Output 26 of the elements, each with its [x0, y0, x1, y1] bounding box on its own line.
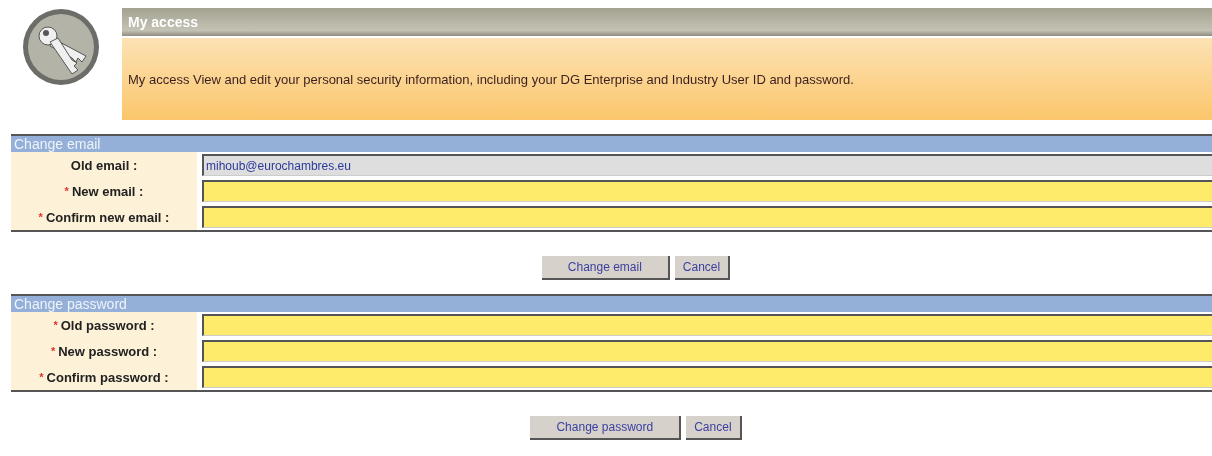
- input-field[interactable]: [202, 366, 1212, 388]
- required-marker: *: [53, 319, 58, 331]
- required-marker: *: [64, 185, 69, 197]
- field-label: Confirm new email :: [45, 209, 170, 225]
- required-marker: *: [39, 371, 44, 383]
- required-marker: *: [50, 345, 56, 357]
- field-label: Confirm password :: [46, 369, 169, 385]
- section-title: Change email: [11, 136, 1212, 152]
- input-field[interactable]: [202, 314, 1212, 336]
- input-field[interactable]: [202, 180, 1212, 202]
- cancel-button[interactable]: Cancel: [686, 416, 742, 440]
- keys-icon: [22, 8, 100, 86]
- submit-button[interactable]: Change email: [541, 256, 670, 280]
- field-label: New password :: [58, 343, 158, 359]
- input-field[interactable]: [202, 206, 1212, 228]
- required-marker: *: [38, 211, 43, 223]
- cancel-button[interactable]: Cancel: [674, 256, 731, 280]
- page-title: My access: [122, 8, 1212, 36]
- field-label: New email :: [71, 183, 144, 199]
- page-description: My access View and edit your personal security information, including your DG Enterprise and Industry User ID and password.: [128, 71, 854, 87]
- field-label: Old email :: [70, 157, 138, 173]
- field-label: Old password :: [60, 317, 155, 333]
- section-title: Change password: [11, 296, 1212, 312]
- submit-button[interactable]: Change password: [530, 416, 682, 440]
- input-field[interactable]: [202, 340, 1212, 362]
- input-field[interactable]: mihoub@eurochambres.eu: [202, 154, 1212, 176]
